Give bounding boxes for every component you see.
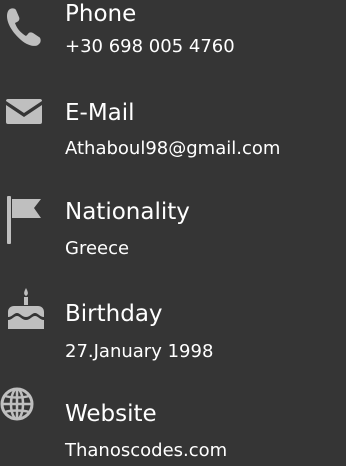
nationality-value: Greece <box>65 238 130 259</box>
contact-item-birthday[interactable]: Birthday 27.January 1998 <box>0 286 346 362</box>
website-link[interactable]: Thanoscodes.com <box>65 439 227 463</box>
contact-item-email[interactable]: E-Mail Athaboul98@gmail.com <box>0 98 346 168</box>
envelope-icon <box>5 96 49 140</box>
contact-item-nationality[interactable]: Nationality Greece <box>0 196 346 266</box>
website-label: Website <box>65 401 157 427</box>
contact-item-website[interactable]: Website Thanoscodes.com <box>0 386 346 461</box>
birthday-cake-icon <box>6 286 50 330</box>
nationality-label: Nationality <box>65 199 190 225</box>
phone-value[interactable]: +30 698 005 4760 <box>65 35 235 59</box>
email-label: E-Mail <box>65 100 135 126</box>
flag-icon <box>6 196 50 244</box>
globe-icon <box>0 386 44 430</box>
birthday-label: Birthday <box>65 301 163 327</box>
phone-icon <box>4 6 48 50</box>
birthday-value: 27.January 1998 <box>65 341 214 362</box>
email-value[interactable]: Athaboul98@gmail.com <box>65 137 280 161</box>
contact-info-panel: Phone +30 698 005 4760 E-Mail Athaboul98… <box>0 0 346 466</box>
phone-label: Phone <box>65 1 137 27</box>
contact-item-phone[interactable]: Phone +30 698 005 4760 <box>0 0 346 70</box>
